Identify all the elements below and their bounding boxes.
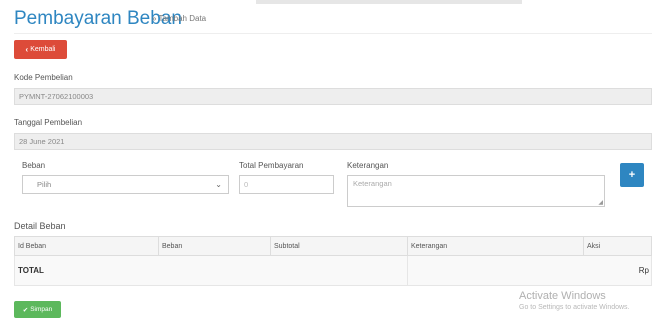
- column-header-aksi: Aksi: [583, 236, 652, 256]
- save-button[interactable]: ✔ Simpan: [14, 301, 61, 318]
- back-button-label: Kembali: [30, 46, 56, 53]
- top-scrollbar-stub: [256, 0, 522, 4]
- kode-pembelian-field[interactable]: PYMNT-27062100003: [14, 88, 652, 105]
- beban-select-value: Pilih: [37, 180, 52, 189]
- total-pembayaran-input[interactable]: 0: [239, 175, 334, 194]
- add-item-button[interactable]: +: [620, 163, 644, 187]
- column-header-subtotal: Subtotal: [270, 236, 408, 256]
- keterangan-placeholder: Keterangan: [353, 179, 392, 188]
- kode-pembelian-label: Kode Pembelian: [14, 73, 73, 82]
- activate-windows-title: Activate Windows: [519, 290, 606, 302]
- beban-select[interactable]: Pilih ⌄: [22, 175, 229, 194]
- detail-beban-table: Id Beban Beban Subtotal Keterangan Aksi …: [14, 236, 652, 286]
- activate-windows-subtitle: Go to Settings to activate Windows.: [519, 304, 630, 311]
- keterangan-label: Keterangan: [347, 161, 389, 170]
- save-button-label: Simpan: [30, 306, 53, 313]
- column-header-beban: Beban: [158, 236, 271, 256]
- beban-label: Beban: [22, 161, 46, 170]
- total-value: Rp: [407, 255, 652, 286]
- back-button[interactable]: ‹ Kembali: [14, 40, 67, 59]
- column-header-keterangan: Keterangan: [407, 236, 584, 256]
- tanggal-pembelian-label: Tanggal Pembelian: [14, 118, 83, 127]
- chevron-down-icon: ⌄: [215, 180, 222, 189]
- page-subtitle: » Tambah Data: [152, 14, 207, 23]
- keterangan-textarea[interactable]: Keterangan ◢: [347, 175, 605, 207]
- check-icon: ✔: [22, 306, 29, 314]
- total-pembayaran-label: Total Pembayaran: [239, 161, 304, 170]
- total-label: TOTAL: [14, 255, 408, 286]
- table-total-row: TOTAL Rp: [14, 255, 652, 286]
- detail-beban-title: Detail Beban: [14, 221, 66, 231]
- chevron-left-icon: ‹: [25, 45, 29, 54]
- column-header-id-beban: Id Beban: [14, 236, 159, 256]
- table-header-row: Id Beban Beban Subtotal Keterangan Aksi: [14, 236, 652, 256]
- resize-grip-icon[interactable]: ◢: [598, 199, 603, 206]
- tanggal-pembelian-field[interactable]: 28 June 2021: [14, 133, 652, 150]
- title-divider: [14, 33, 652, 34]
